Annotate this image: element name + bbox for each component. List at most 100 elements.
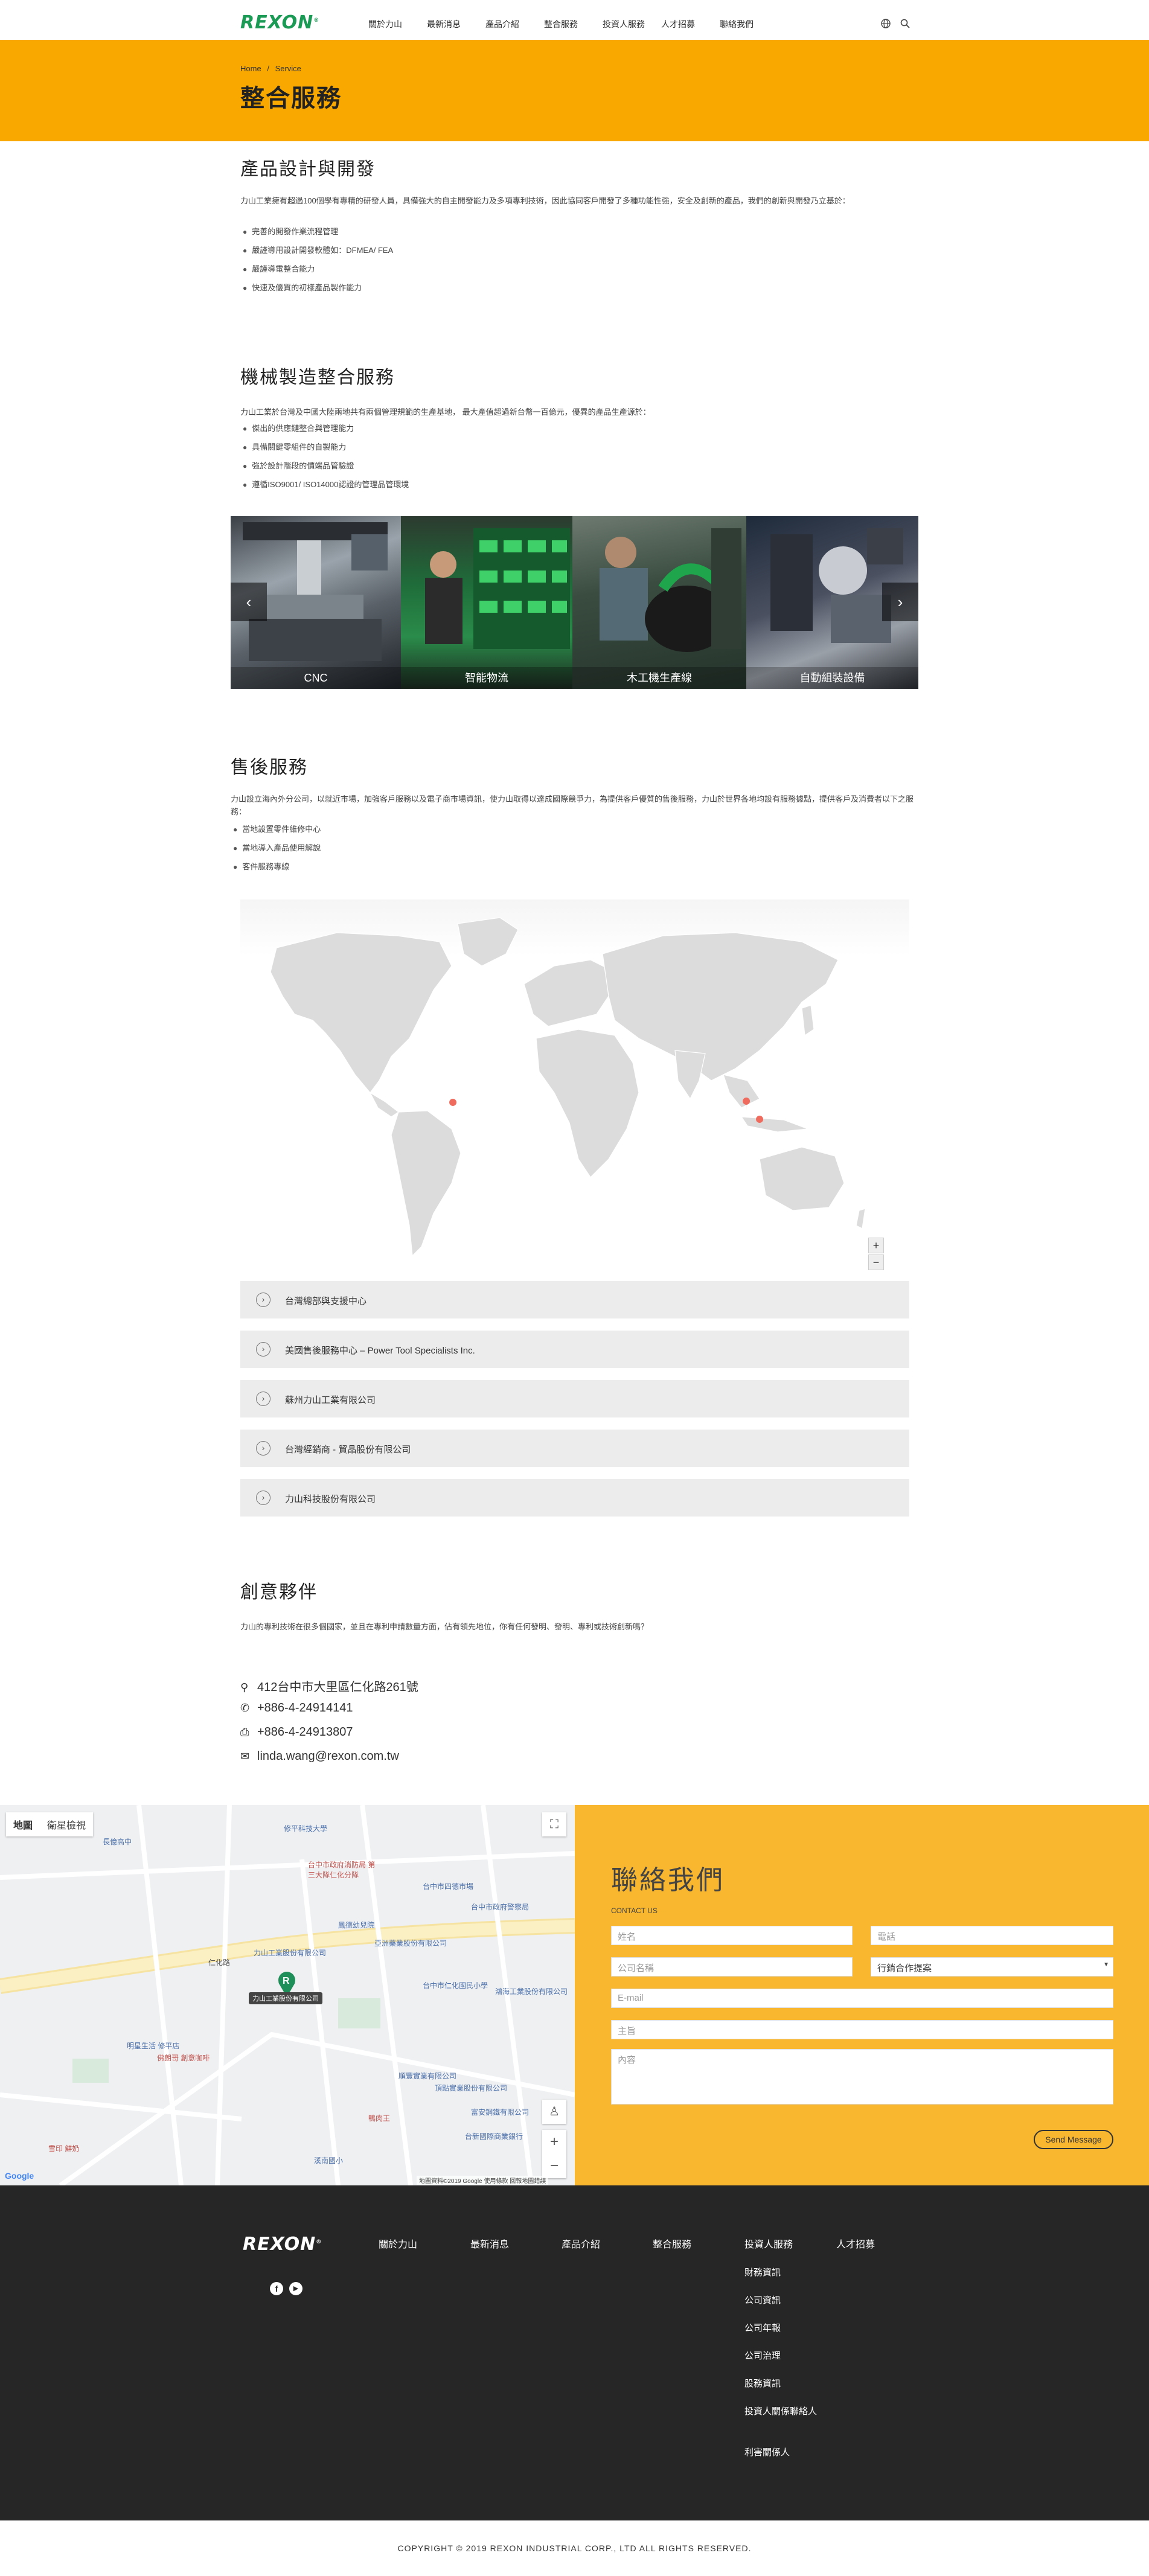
footer-nav-investor[interactable]: 投資人服務 (744, 2236, 793, 2251)
nav-news[interactable]: 最新消息 (427, 18, 485, 30)
chevron-right-icon: › (256, 1491, 270, 1505)
carousel-prev-button[interactable]: ‹ (231, 583, 267, 621)
map-marker-label: 力山工業股份有限公司 (249, 1992, 322, 2004)
map-poi[interactable]: 順豐實業有限公司 (398, 2071, 456, 2081)
rexon-logo[interactable]: REXON® (240, 12, 319, 33)
slide-caption: 自動組裝設備 (746, 667, 918, 689)
location-accordion-item[interactable]: › 台灣總部與支援中心 (240, 1281, 909, 1318)
after-sales-intro: 力山設立海內外分公司，以就近市場，加強客戶服務以及電子商市場資訊，使力山取得以達… (231, 794, 914, 816)
map-poi[interactable]: 長億高中 (103, 1836, 132, 1847)
partner-section-title: 創意夥伴 (240, 1582, 318, 1602)
breadcrumb-separator: / (267, 64, 269, 73)
footer-investor-link[interactable]: 投資人關係聯絡人 (744, 2405, 823, 2418)
category-select[interactable]: 行銷合作提案 ▼ (871, 1957, 1113, 1977)
map-footer[interactable]: 地圖資料©2019 Google 使用條款 回報地圖錯誤 (417, 2176, 549, 2185)
list-item: 快速及優質的初樣產品製作能力 (243, 282, 393, 301)
contact-form: 聯絡我們 CONTACT US 姓名 電話 公司名稱 行銷合作提案 ▼ E-ma… (575, 1805, 1149, 2185)
map-poi[interactable]: 鳳德幼兒院 (338, 1920, 374, 1930)
footer-investor-link[interactable]: 公司資訊 (744, 2294, 823, 2307)
globe-icon[interactable] (880, 18, 891, 29)
fullscreen-icon[interactable]: ⛶ (542, 1812, 566, 1836)
name-field[interactable]: 姓名 (611, 1926, 853, 1945)
map-poi[interactable]: 溪南國小 (314, 2155, 343, 2165)
after-sales-bullet-list: 當地設置零件維修中心 當地導入產品使用解說 客件服務專線 (233, 823, 321, 880)
location-accordion-item[interactable]: › 力山科技股份有限公司 (240, 1479, 909, 1517)
main-nav: 關於力山 最新消息 產品介紹 整合服務 投資人服務 人才招募 聯絡我們 (368, 18, 778, 30)
nav-investor[interactable]: 投資人服務 (603, 18, 661, 30)
facebook-icon[interactable]: f (270, 2282, 283, 2295)
nav-about[interactable]: 關於力山 (368, 18, 427, 30)
map-poi[interactable]: 力山工業股份有限公司 (254, 1948, 326, 1958)
map-poi[interactable]: 佛朗哥 創意咖啡 (157, 2053, 210, 2063)
satellite-tab[interactable]: 衛星檢視 (40, 1812, 93, 1836)
site-header: REXON® 關於力山 最新消息 產品介紹 整合服務 投資人服務 人才招募 聯絡… (0, 0, 1149, 40)
email-field[interactable]: E-mail (611, 1989, 1113, 2008)
map-poi[interactable]: 台中市四德市場 (423, 1881, 473, 1891)
search-icon[interactable] (900, 18, 911, 29)
map-poi[interactable]: 台中市仁化國民小學 (423, 1980, 488, 1990)
map-tab[interactable]: 地圖 (6, 1812, 40, 1836)
map-poi[interactable]: 台中市政府消防局 第三大隊仁化分隊 (308, 1859, 380, 1880)
message-textarea[interactable]: 內容 (611, 2049, 1113, 2105)
nav-contact[interactable]: 聯絡我們 (720, 18, 778, 30)
map-zoom-out-button[interactable]: − (868, 1254, 884, 1270)
carousel-slide[interactable]: 智能物流 (401, 516, 572, 689)
location-accordion-item[interactable]: › 蘇州力山工業有限公司 (240, 1380, 909, 1417)
map-zoom-in-button[interactable]: + (868, 1238, 884, 1253)
carousel-next-button[interactable]: › (882, 583, 918, 621)
mail-icon: ✉ (240, 1750, 250, 1762)
footer-nav-news[interactable]: 最新消息 (470, 2236, 509, 2251)
footer-investor-link[interactable]: 財務資訊 (744, 2266, 823, 2280)
page: REXON® 關於力山 最新消息 產品介紹 整合服務 投資人服務 人才招募 聯絡… (0, 0, 1149, 2576)
send-message-button[interactable]: Send Message (1034, 2130, 1113, 2149)
after-sales-section-title: 售後服務 (231, 758, 308, 778)
breadcrumb-home[interactable]: Home (240, 64, 261, 73)
world-map[interactable]: + − (240, 900, 909, 1274)
map-poi[interactable]: 亞洲藥業股份有限公司 (374, 1938, 447, 1948)
map-poi[interactable]: 鴻海工業股份有限公司 (495, 1986, 568, 1996)
footer-investor-link[interactable]: 公司年報 (744, 2322, 823, 2335)
list-item: 客件服務專線 (233, 861, 321, 880)
location-accordion-item[interactable]: › 台灣經銷商 - 貿晶股份有限公司 (240, 1430, 909, 1467)
footer-nav-service[interactable]: 整合服務 (653, 2236, 691, 2251)
map-poi[interactable]: 鴨肉王 (368, 2113, 390, 2123)
list-item: 強於設計階段的價端品管驗證 (243, 460, 409, 479)
woodworking-line-image (600, 528, 741, 652)
site-footer: REXON® f ▶ 關於力山 最新消息 產品介紹 整合服務 投資人服務 人才招… (0, 2185, 1149, 2520)
breadcrumb-current: Service (275, 64, 301, 73)
phone-field[interactable]: 電話 (871, 1926, 1113, 1945)
carousel-slide[interactable]: 木工機生產線 (572, 516, 746, 689)
email-line[interactable]: ✉ linda.wang@rexon.com.tw (240, 1750, 399, 1763)
map-poi[interactable]: 富安鋼鐵有限公司 (471, 2107, 529, 2117)
footer-nav-careers[interactable]: 人才招募 (836, 2236, 875, 2251)
company-field[interactable]: 公司名稱 (611, 1957, 853, 1977)
map-poi[interactable]: 頂點實業股份有限公司 (435, 2083, 507, 2093)
footer-logo[interactable]: REXON® (243, 2234, 322, 2255)
map-poi[interactable]: 明星生活 修平店 (127, 2041, 179, 2051)
location-label: 台灣總部與支援中心 (285, 1296, 367, 1306)
manufacturing-bullet-list: 傑出的供應鏈整合與管理能力 具備關鍵零組件的自製能力 強於設計階段的價端品管驗證… (243, 423, 409, 497)
map-poi[interactable]: 雪印 鮮奶 (48, 2143, 79, 2153)
chevron-right-icon: › (256, 1392, 270, 1406)
phone-line[interactable]: ✆ +886-4-24914141 (240, 1701, 353, 1715)
copyright: COPYRIGHT © 2019 REXON INDUSTRIAL CORP.,… (0, 2520, 1149, 2576)
map-poi[interactable]: 修平科技大學 (284, 1823, 327, 1833)
footer-investor-link[interactable]: 利害關係人 (744, 2446, 823, 2459)
nav-careers[interactable]: 人才招募 (661, 18, 720, 30)
map-zoom-controls[interactable]: + − (542, 2130, 566, 2178)
footer-investor-link[interactable]: 股務資訊 (744, 2377, 823, 2391)
footer-nav-products[interactable]: 產品介紹 (562, 2236, 600, 2251)
location-map[interactable]: R 地圖 衛星檢視 ⛶ ♙ + − 力山工業股份有限公司 仁化路 修平科技大學 長… (0, 1805, 575, 2185)
nav-products[interactable]: 產品介紹 (485, 18, 544, 30)
youtube-icon[interactable]: ▶ (289, 2282, 302, 2295)
map-poi[interactable]: 台新國際商業銀行 (465, 2131, 523, 2141)
location-label: 蘇州力山工業有限公司 (285, 1395, 376, 1405)
footer-nav-about[interactable]: 關於力山 (379, 2236, 417, 2251)
chevron-down-icon: ▼ (1103, 1961, 1109, 1968)
map-poi[interactable]: 台中市政府警察局 (471, 1902, 529, 1912)
subject-field[interactable]: 主旨 (611, 2020, 1113, 2039)
footer-investor-link[interactable]: 公司治理 (744, 2350, 823, 2363)
nav-service[interactable]: 整合服務 (544, 18, 603, 30)
pegman-icon[interactable]: ♙ (542, 2100, 566, 2124)
location-accordion-item[interactable]: › 美國售後服務中心 – Power Tool Specialists Inc. (240, 1331, 909, 1368)
